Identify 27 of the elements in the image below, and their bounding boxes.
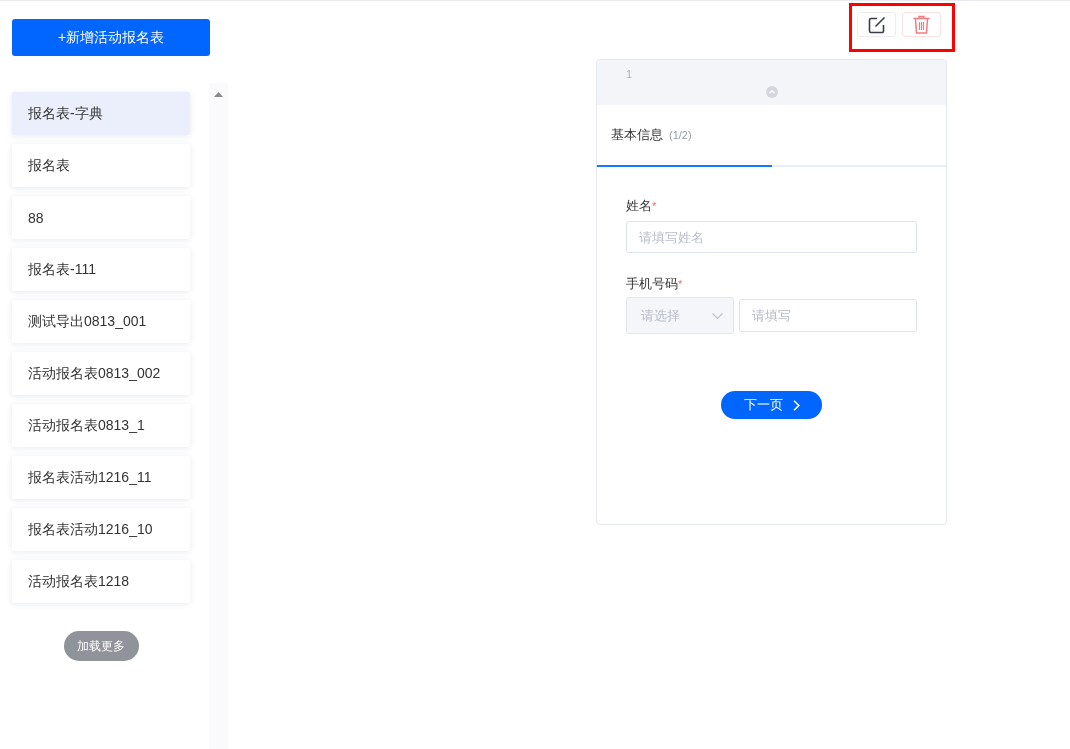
form-list-item[interactable]: 报名表 — [12, 144, 190, 187]
form-list-item[interactable]: 报名表-111 — [12, 248, 190, 291]
form-list-item[interactable]: 报名表活动1216_11 — [12, 456, 190, 499]
up-arrow-icon[interactable] — [214, 92, 223, 97]
step-tab[interactable]: 基本信息 (1/2) — [597, 105, 946, 165]
field-label: 手机号码* — [626, 276, 684, 292]
field-label: 姓名* — [626, 198, 658, 214]
name-input[interactable]: 请填写姓名 — [626, 221, 917, 253]
edit-button[interactable] — [857, 12, 896, 37]
trash-icon — [913, 15, 930, 34]
chevron-right-icon — [792, 399, 800, 411]
edit-square-icon — [867, 15, 886, 34]
phone-input[interactable]: 请填写 — [739, 299, 917, 332]
form-list-item[interactable]: 88 — [12, 196, 190, 239]
add-form-button[interactable]: +新增活动报名表 — [12, 19, 210, 56]
collapse-up-icon[interactable] — [765, 86, 778, 98]
chevron-down-icon — [712, 312, 723, 319]
form-list-item[interactable]: 活动报名表1218 — [12, 560, 190, 603]
form-list-item[interactable]: 活动报名表0813_002 — [12, 352, 190, 395]
page-number: 1 — [626, 67, 633, 81]
form-list-item[interactable]: 测试导出0813_001 — [12, 300, 190, 343]
form-list-item[interactable]: 报名表-字典 — [12, 92, 190, 135]
form-list-item[interactable]: 报名表活动1216_10 — [12, 508, 190, 551]
delete-button[interactable] — [902, 12, 941, 37]
form-list-item[interactable]: 活动报名表0813_1 — [12, 404, 190, 447]
scrollbar-track[interactable] — [209, 83, 228, 749]
next-page-button[interactable]: 下一页 — [721, 391, 822, 419]
